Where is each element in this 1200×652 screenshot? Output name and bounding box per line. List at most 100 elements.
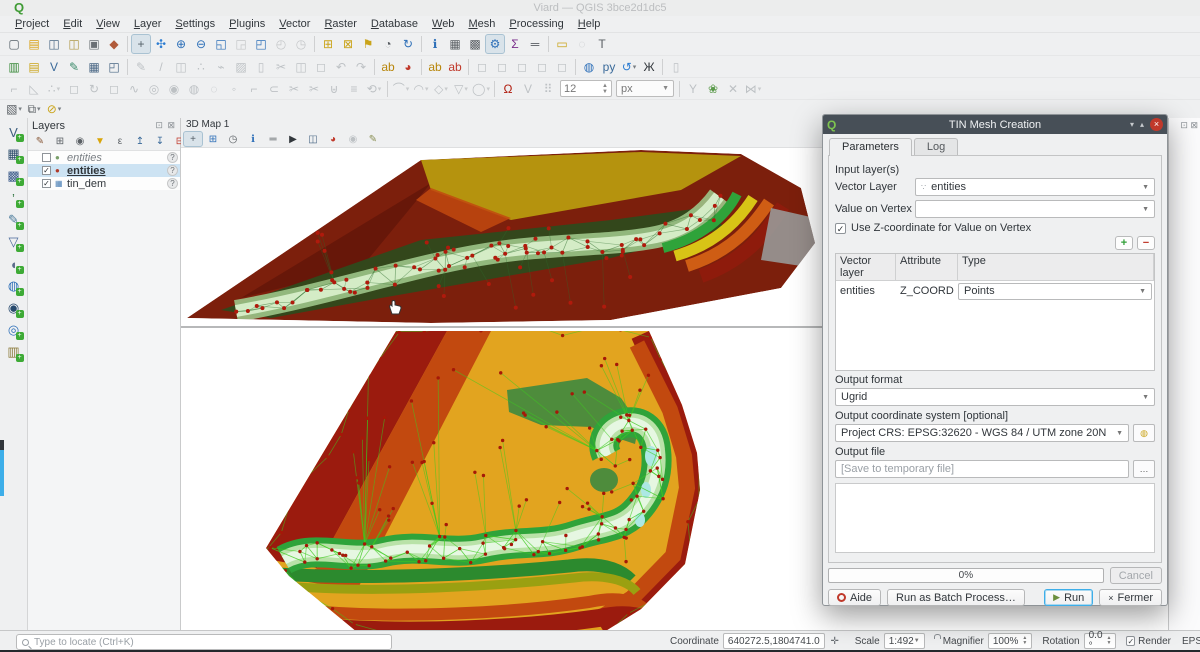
map-tips-icon[interactable]: ▭	[552, 34, 572, 54]
coordinate-input[interactable]: 640272.5,1804741.0	[723, 633, 825, 649]
menu-project[interactable]: Project	[8, 17, 56, 31]
browse-file-button[interactable]: …	[1133, 460, 1155, 478]
rotate-point-symbols-icon[interactable]: ⟲▾	[364, 79, 384, 99]
menu-edit[interactable]: Edit	[56, 17, 89, 31]
toggle-editing-icon[interactable]: /	[151, 57, 171, 77]
delete-selected-icon[interactable]: ▯	[251, 57, 271, 77]
refresh-map-icon[interactable]: ↻	[398, 34, 418, 54]
new-spatialite-layer-icon[interactable]: ✎	[64, 57, 84, 77]
menu-help[interactable]: Help	[571, 17, 608, 31]
filter-legend-icon[interactable]: ▼	[90, 134, 110, 150]
batch-process-button[interactable]: Run as Batch Process…	[887, 589, 1025, 606]
tab-parameters[interactable]: Parameters	[829, 138, 912, 156]
vertex-editor-icon[interactable]: ≡	[344, 79, 364, 99]
add-mssql-layer-icon[interactable]: ◖+	[4, 254, 24, 274]
right-panel-window-buttons[interactable]: ⊡ ⊠	[1169, 118, 1200, 131]
save-layer-edits-icon[interactable]: ◫	[171, 57, 191, 77]
open-layer-styling-icon[interactable]: ✎	[30, 134, 50, 150]
field-calculator-icon[interactable]: ▩	[465, 34, 485, 54]
simplify-feature-icon[interactable]: ∿	[124, 79, 144, 99]
modify-attributes-icon[interactable]: ▨	[231, 57, 251, 77]
add-group-icon[interactable]: ⊞	[50, 134, 70, 150]
stream-digitize-icon[interactable]: ◠▾	[411, 79, 431, 99]
remove-row-button[interactable]: −	[1137, 236, 1155, 250]
reshape-features-icon[interactable]: ⌐	[244, 79, 264, 99]
layer-visibility-checkbox[interactable]: ✓	[42, 179, 51, 188]
menu-settings[interactable]: Settings	[168, 17, 222, 31]
split-parts-icon[interactable]: ✂	[304, 79, 324, 99]
layer-crs-warning-badge[interactable]: ?	[167, 165, 178, 176]
new-geopackage-layer-icon[interactable]: ▤	[24, 57, 44, 77]
extents-toggle-icon[interactable]: ✛	[825, 633, 845, 649]
add-part-icon[interactable]: ◉	[164, 79, 184, 99]
new-shapefile-layer-icon[interactable]: V	[44, 57, 64, 77]
use-z-checkbox[interactable]: ✓	[835, 223, 846, 234]
split-features-icon[interactable]: ✂	[284, 79, 304, 99]
layer-labeling-icon[interactable]: ab	[378, 57, 398, 77]
advanced-digitize-panel-icon[interactable]: ◺	[24, 79, 44, 99]
menu-view[interactable]: View	[89, 17, 127, 31]
data-source-manager-icon[interactable]: ▥	[4, 57, 24, 77]
new-virtual-layer-icon[interactable]: ◰	[104, 57, 124, 77]
snapping-type-icon[interactable]: ⠿	[538, 79, 558, 99]
measure-line-icon[interactable]: ═	[525, 34, 545, 54]
layer-crs-warning-badge[interactable]: ?	[167, 152, 178, 163]
zoom-full-extent-icon[interactable]: ⊞	[203, 131, 223, 147]
menu-layer[interactable]: Layer	[127, 17, 169, 31]
layer-item-tin_dem[interactable]: ✓▦tin_dem?	[28, 177, 180, 190]
change-label-icon[interactable]: ◻	[552, 57, 572, 77]
plugin-arrow-icon[interactable]: ↺▾	[619, 57, 639, 77]
self-snapping-icon[interactable]: ✕	[723, 79, 743, 99]
shape-digitize-icon[interactable]: ◇▾	[431, 79, 451, 99]
add-wms-layer-icon[interactable]: ◍+	[4, 276, 24, 296]
copy-features-icon[interactable]: ◫	[291, 57, 311, 77]
identify-features-icon[interactable]: ℹ	[425, 34, 445, 54]
snapping-units[interactable]: px▼	[616, 80, 674, 97]
metasearch-icon[interactable]: ◍	[579, 57, 599, 77]
add-wfs-layer-icon[interactable]: ◎+	[4, 320, 24, 340]
new-map-view-icon[interactable]: ⊞	[318, 34, 338, 54]
offset-curve-icon[interactable]: ⊂	[264, 79, 284, 99]
zoom-out-icon[interactable]: ⊖	[191, 34, 211, 54]
open-project-icon[interactable]: ▤	[24, 34, 44, 54]
add-virtual-layer-icon[interactable]: ▥+	[4, 342, 24, 362]
dialog-close-icon[interactable]: ×	[1150, 118, 1163, 131]
ellipse-digitize-icon[interactable]: ◯▾	[471, 79, 491, 99]
dialog-titlebar[interactable]: Q TIN Mesh Creation ▾ ▴ ×	[823, 115, 1167, 134]
rotate-feature-icon[interactable]: ↻	[84, 79, 104, 99]
statistical-summary-icon[interactable]: Σ	[505, 34, 525, 54]
zoom-to-selection-icon[interactable]: ◲	[231, 34, 251, 54]
current-edits-icon[interactable]: ✎	[131, 57, 151, 77]
save-project-icon[interactable]: ◫	[44, 34, 64, 54]
zoom-last-icon[interactable]: ◴	[271, 34, 291, 54]
help-button[interactable]: Aide	[828, 589, 881, 606]
value-on-vertex-combo[interactable]: ▼	[915, 200, 1155, 218]
merge-features-icon[interactable]: ⊎	[324, 79, 344, 99]
layer-visibility-checkbox[interactable]: ✓	[42, 166, 51, 175]
menu-raster[interactable]: Raster	[317, 17, 363, 31]
select-features-by-area-icon[interactable]: ▧▾	[4, 101, 24, 118]
filter-by-expression-icon[interactable]: ε	[110, 134, 130, 150]
add-postgis-layer-icon[interactable]: ▽+	[4, 232, 24, 252]
play-animation-icon[interactable]: ▶	[283, 131, 303, 147]
add-spatialite-layer-icon[interactable]: ✎+	[4, 210, 24, 230]
render-checkbox[interactable]: ✓	[1126, 636, 1135, 646]
zoom-full-icon[interactable]: ◱	[211, 34, 231, 54]
text-annotation-icon[interactable]: T	[592, 34, 612, 54]
crs-status[interactable]: EPSG:32620	[1182, 636, 1200, 647]
camera-options-icon[interactable]: ◉	[343, 131, 363, 147]
tab-log[interactable]: Log	[914, 138, 958, 156]
zoom-next-icon[interactable]: ◷	[291, 34, 311, 54]
dialog-restore-icon[interactable]: ▴	[1140, 120, 1144, 129]
table-row[interactable]: entities Z_COORD Points ▼	[836, 281, 1154, 301]
osm-search-icon[interactable]: ▯	[666, 57, 686, 77]
select-crs-button[interactable]: ◍	[1133, 424, 1155, 442]
tracing-icon[interactable]: ⋈▾	[743, 79, 763, 99]
vertex-tool-icon[interactable]: ⌁	[211, 57, 231, 77]
zoom-in-icon[interactable]: ⊕	[171, 34, 191, 54]
rotation-spinner[interactable]: 0.0 °▲▼	[1084, 633, 1117, 649]
locator-input[interactable]: Type to locate (Ctrl+K)	[16, 634, 392, 650]
magnifier-spinner[interactable]: 100%▲▼	[988, 633, 1033, 649]
menu-processing[interactable]: Processing	[502, 17, 570, 31]
deselect-features-icon[interactable]: ⧉▾	[24, 101, 44, 118]
